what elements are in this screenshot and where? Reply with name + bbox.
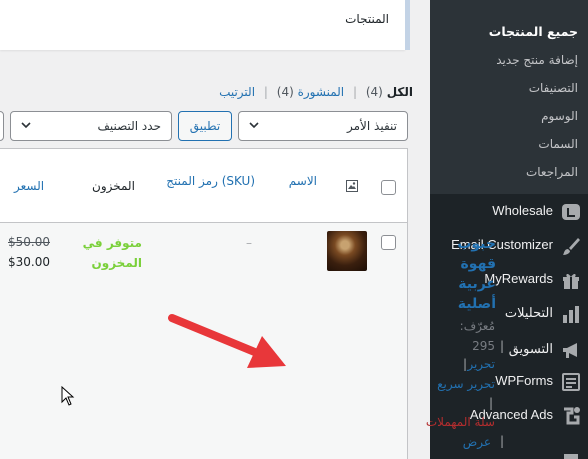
annotation-arrow xyxy=(168,314,286,368)
mouse-cursor-icon xyxy=(61,386,75,406)
wp-admin-screen: المنتجات جميع المنتجات إضافة منتج جديد ا… xyxy=(0,0,588,459)
